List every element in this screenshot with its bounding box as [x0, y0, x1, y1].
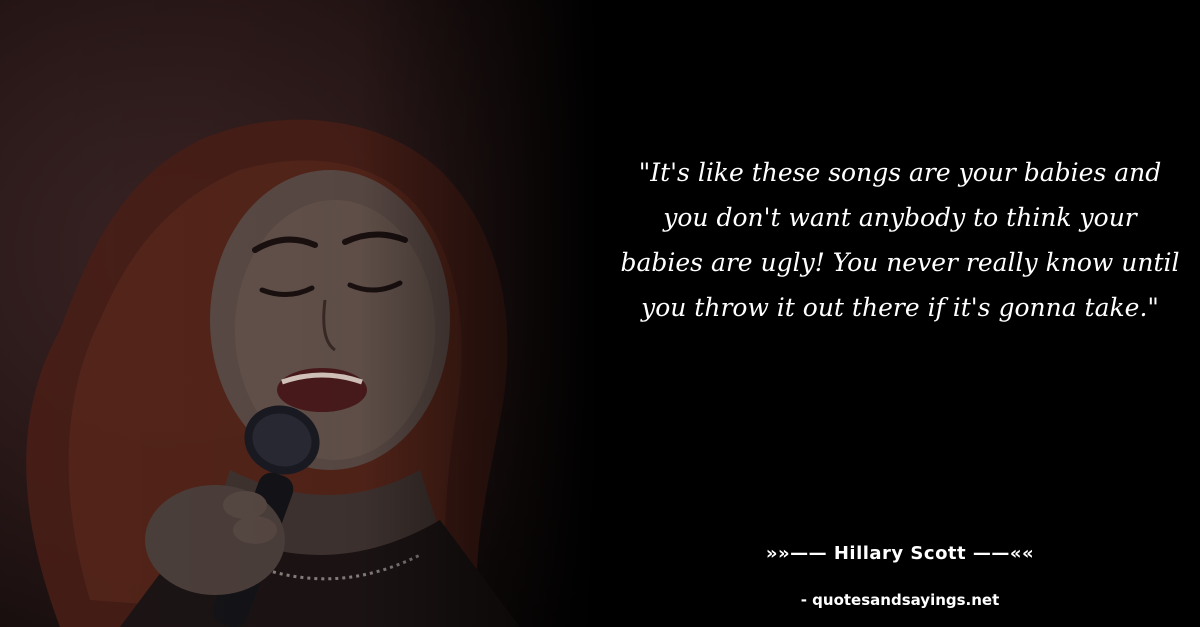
- photo-gradient-overlay: [0, 0, 600, 627]
- source-credit: - quotesandsayings.net: [800, 591, 1000, 609]
- quote-card: "It's like these songs are your babies a…: [0, 0, 1200, 627]
- singer-photo: [0, 0, 600, 627]
- quote-text: "It's like these songs are your babies a…: [620, 158, 1180, 322]
- quote-block: "It's like these songs are your babies a…: [620, 150, 1180, 330]
- quote-author: »»—— Hillary Scott ——««: [765, 543, 1035, 564]
